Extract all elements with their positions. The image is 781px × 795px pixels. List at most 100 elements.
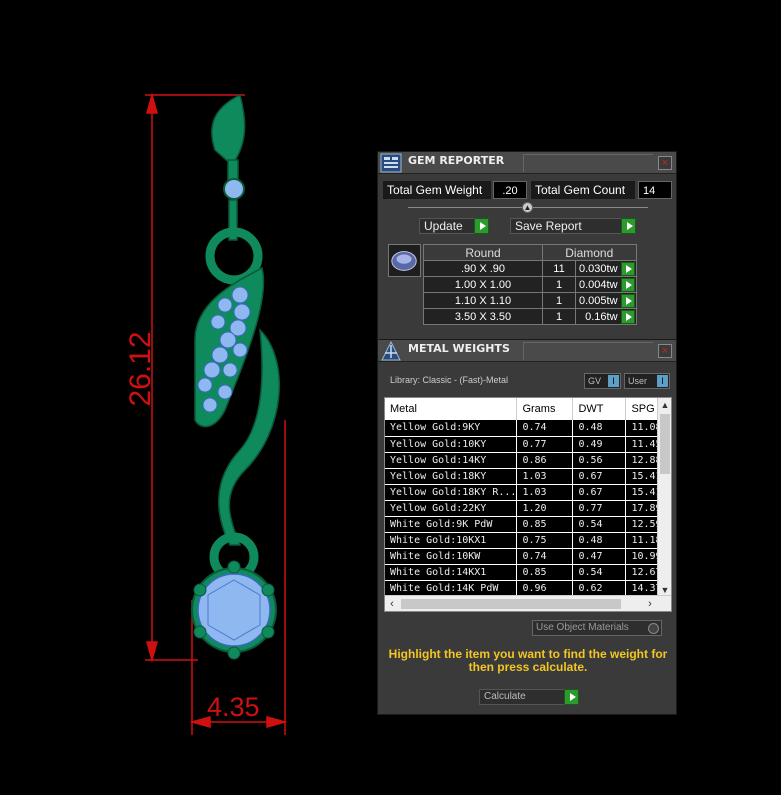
gv-toggle[interactable]: GV I — [584, 373, 621, 389]
metal-name: Yellow Gold:22KY — [385, 500, 518, 517]
metal-dwt: 0.47 — [572, 548, 627, 565]
metal-dwt: 0.67 — [572, 468, 627, 485]
gem-size: .90 X .90 — [423, 260, 543, 277]
gem-size: 1.00 X 1.00 — [423, 276, 543, 293]
main-gem — [197, 573, 271, 647]
collapse-icon[interactable]: ▲ — [522, 202, 533, 213]
table-row[interactable]: Yellow Gold:14KY 0.86 0.56 12.88 — [385, 452, 663, 469]
play-icon — [474, 218, 489, 234]
toggle-indicator: I — [657, 375, 668, 387]
gem-weight: 0.004tw — [575, 276, 637, 293]
vertical-scrollbar[interactable]: ▲ ▼ — [657, 398, 671, 597]
play-icon[interactable] — [620, 278, 635, 292]
table-row[interactable]: Yellow Gold:22KY 1.20 0.77 17.89 — [385, 500, 663, 517]
table-row[interactable]: 3.50 X 3.50 1 0.16tw — [423, 308, 637, 325]
gem-count: 1 — [542, 276, 576, 293]
metal-name: White Gold:14KX1 — [385, 564, 518, 581]
scroll-right-icon[interactable]: › — [643, 596, 657, 611]
metal-grams: 0.86 — [516, 452, 574, 469]
scroll-thumb[interactable] — [401, 599, 621, 609]
round-gem-icon — [391, 251, 417, 271]
toggle-indicator: I — [608, 375, 619, 387]
col-metal[interactable]: Metal — [385, 398, 518, 420]
table-row[interactable]: Yellow Gold:9KY 0.74 0.48 11.08 — [385, 420, 663, 437]
metal-dwt: 0.54 — [572, 516, 627, 533]
total-gem-count-value: 14 — [638, 181, 672, 199]
height-dimension-label: 26.12 — [124, 331, 157, 407]
play-icon[interactable] — [620, 294, 635, 308]
gem-reporter-panel: GEM REPORTER × Total Gem Weight .20 Tota… — [377, 151, 677, 340]
user-toggle[interactable]: User I — [624, 373, 670, 389]
save-report-label: Save Report — [515, 219, 582, 233]
gem-reporter-titlebar[interactable]: GEM REPORTER × — [378, 152, 676, 174]
metal-grams: 0.77 — [516, 436, 574, 453]
table-row[interactable]: White Gold:14KX1 0.85 0.54 12.67 — [385, 564, 663, 581]
gem-reporter-title: GEM REPORTER — [408, 154, 505, 167]
total-gem-weight-label: Total Gem Weight — [383, 181, 491, 199]
metal-weights-titlebar[interactable]: METAL WEIGHTS × — [378, 340, 676, 362]
col-grams[interactable]: Grams — [516, 398, 574, 420]
col-dwt[interactable]: DWT — [572, 398, 627, 420]
play-icon — [564, 689, 579, 705]
gem-count: 1 — [542, 292, 576, 309]
use-object-materials-option[interactable]: Use Object Materials — [532, 620, 662, 636]
close-icon[interactable]: × — [658, 156, 672, 170]
top-gem — [223, 178, 245, 200]
metal-grams: 1.20 — [516, 500, 574, 517]
scroll-up-icon[interactable]: ▲ — [658, 398, 671, 412]
scroll-left-icon[interactable]: ‹ — [385, 596, 399, 611]
gem-count: 1 — [542, 308, 576, 325]
metal-list[interactable]: Metal Grams DWT SPG Yellow Gold:9KY 0.74 0… — [384, 397, 672, 612]
metal-grams: 0.75 — [516, 532, 574, 549]
metal-name: Yellow Gold:14KY — [385, 452, 518, 469]
table-row[interactable]: Yellow Gold:10KY 0.77 0.49 11.45 — [385, 436, 663, 453]
table-row[interactable]: White Gold:14K PdW 0.96 0.62 14.37 — [385, 580, 663, 597]
metal-grams: 1.03 — [516, 468, 574, 485]
gem-weight-text: 0.004tw — [579, 278, 618, 291]
metal-table: Metal Grams DWT SPG Yellow Gold:9KY 0.74 0… — [385, 398, 663, 597]
gem-weight-text: 0.005tw — [579, 294, 618, 307]
metal-weights-panel: METAL WEIGHTS × Library: Classic - (Fast… — [377, 339, 677, 715]
table-row[interactable]: 1.10 X 1.10 1 0.005tw — [423, 292, 637, 309]
table-row[interactable]: .90 X .90 11 0.030tw — [423, 260, 637, 277]
table-row[interactable]: Yellow Gold:18KY R... 1.03 0.67 15.41 — [385, 484, 663, 501]
gem-weight-text: 0.16tw — [585, 310, 618, 323]
scroll-thumb[interactable] — [660, 414, 670, 474]
table-row[interactable]: White Gold:9K PdW 0.85 0.54 12.59 — [385, 516, 663, 533]
metal-dwt: 0.49 — [572, 436, 627, 453]
play-icon[interactable] — [620, 310, 635, 324]
title-grip — [523, 154, 653, 172]
metal-grams: 0.74 — [516, 420, 574, 437]
calculate-button[interactable]: Calculate — [479, 689, 579, 705]
calculate-label: Calculate — [484, 691, 526, 702]
use-object-label: Use Object Materials — [536, 622, 629, 633]
table-row[interactable]: White Gold:10KW 0.74 0.47 10.99 — [385, 548, 663, 565]
metal-name: White Gold:9K PdW — [385, 516, 518, 533]
gem-size: 1.10 X 1.10 — [423, 292, 543, 309]
close-icon[interactable]: × — [658, 344, 672, 358]
play-icon[interactable] — [620, 262, 635, 276]
user-label: User — [628, 376, 648, 386]
gem-thumbnail[interactable] — [388, 244, 421, 277]
table-row[interactable]: 1.00 X 1.00 1 0.004tw — [423, 276, 637, 293]
metal-dwt: 0.77 — [572, 500, 627, 517]
table-row[interactable]: White Gold:10KX1 0.75 0.48 11.18 — [385, 532, 663, 549]
title-grip — [523, 342, 653, 360]
save-report-button[interactable]: Save Report — [510, 218, 636, 234]
metal-grams: 0.85 — [516, 516, 574, 533]
play-icon — [621, 218, 636, 234]
radio-icon[interactable] — [648, 623, 659, 634]
metal-weights-title: METAL WEIGHTS — [408, 342, 510, 355]
metal-name: White Gold:10KX1 — [385, 532, 518, 549]
table-row[interactable]: Yellow Gold:18KY 1.03 0.67 15.41 — [385, 468, 663, 485]
gem-table: Round Diamond .90 X .90 11 0.030tw 1.00 … — [423, 244, 637, 325]
metal-weights-icon — [381, 341, 401, 361]
gem-weight: 0.005tw — [575, 292, 637, 309]
metal-grams: 1.03 — [516, 484, 574, 501]
horizontal-scrollbar[interactable]: ‹ › — [385, 595, 671, 611]
gem-report-icon — [380, 153, 402, 173]
metal-name: Yellow Gold:10KY — [385, 436, 518, 453]
metal-name: Yellow Gold:18KY R... — [385, 484, 518, 501]
update-button[interactable]: Update — [419, 218, 489, 234]
metal-dwt: 0.67 — [572, 484, 627, 501]
